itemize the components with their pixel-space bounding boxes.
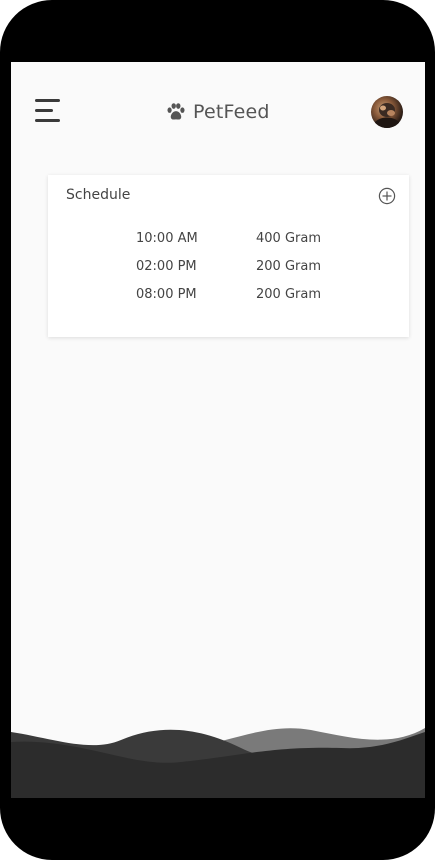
add-schedule-icon[interactable] <box>378 187 396 205</box>
schedule-amount: 200 Gram <box>256 287 321 302</box>
app-screen: PetFeed Schedule 10:00 AM 400 Gram 02:00… <box>11 62 425 798</box>
schedule-time: 02:00 PM <box>136 259 197 274</box>
schedule-amount: 400 Gram <box>256 231 321 246</box>
phone-frame: PetFeed Schedule 10:00 AM 400 Gram 02:00… <box>0 0 435 860</box>
schedule-card: Schedule 10:00 AM 400 Gram 02:00 PM 200 … <box>48 175 409 337</box>
schedule-time: 10:00 AM <box>136 231 198 246</box>
menu-button[interactable] <box>35 99 63 125</box>
menu-line <box>35 119 60 122</box>
schedule-row[interactable]: 10:00 AM 400 Gram <box>48 231 409 251</box>
paw-icon <box>167 103 185 120</box>
app-title: PetFeed <box>193 101 270 123</box>
wave-decoration <box>11 728 425 798</box>
schedule-time: 08:00 PM <box>136 287 197 302</box>
menu-line <box>35 109 53 112</box>
schedule-row[interactable]: 02:00 PM 200 Gram <box>48 259 409 279</box>
user-avatar[interactable] <box>371 96 403 128</box>
app-brand: PetFeed <box>165 98 270 126</box>
menu-line <box>35 99 60 102</box>
schedule-row[interactable]: 08:00 PM 200 Gram <box>48 287 409 307</box>
schedule-title: Schedule <box>66 187 131 203</box>
schedule-amount: 200 Gram <box>256 259 321 274</box>
avatar-image <box>375 103 399 128</box>
